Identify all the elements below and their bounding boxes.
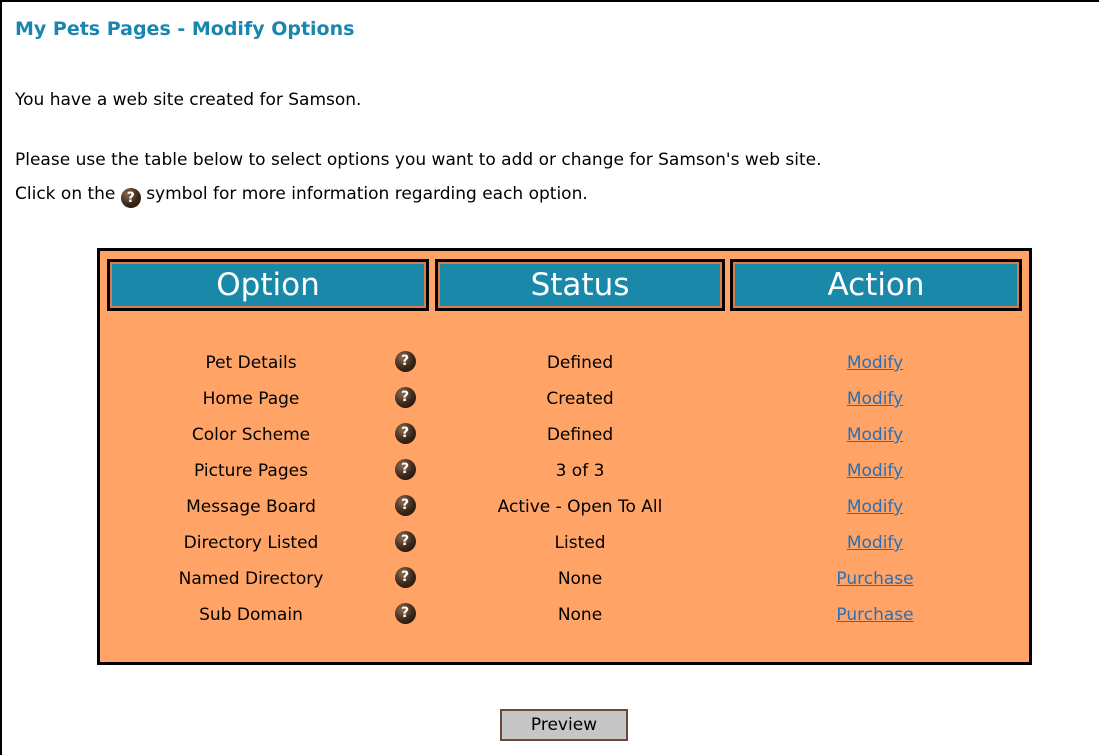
modify-link[interactable]: Modify xyxy=(847,533,903,553)
option-name: Color Scheme xyxy=(191,425,311,445)
table-row: Directory Listed ? Listed Modify xyxy=(100,528,1029,558)
help-icon[interactable]: ? xyxy=(394,423,416,444)
table-row: Picture Pages ? 3 of 3 Modify xyxy=(100,456,1029,486)
option-status: Created xyxy=(546,389,614,409)
option-name: Message Board xyxy=(186,497,316,517)
help-icon[interactable]: ? xyxy=(394,495,416,516)
help-icon: ? xyxy=(120,188,141,208)
option-name: Directory Listed xyxy=(183,533,319,553)
option-status: None xyxy=(557,569,603,589)
option-name: Pet Details xyxy=(205,353,297,373)
help-icon[interactable]: ? xyxy=(394,567,416,588)
table-row: Pet Details ? Defined Modify xyxy=(100,348,1029,378)
instructions-line-2: Click on the ? symbol for more informati… xyxy=(15,184,588,208)
option-status: Defined xyxy=(546,425,614,445)
table-row: Named Directory ? None Purchase xyxy=(100,564,1029,594)
instructions-suffix: symbol for more information regarding ea… xyxy=(146,184,588,204)
column-header-option: Option xyxy=(107,259,429,311)
option-name: Named Directory xyxy=(178,569,324,589)
table-row: Message Board ? Active - Open To All Mod… xyxy=(100,492,1029,522)
modify-link[interactable]: Modify xyxy=(847,425,903,445)
option-name: Home Page xyxy=(202,389,300,409)
table-row: Home Page ? Created Modify xyxy=(100,384,1029,414)
option-name: Sub Domain xyxy=(199,605,303,625)
modify-link[interactable]: Modify xyxy=(847,353,903,373)
column-header-action: Action xyxy=(730,259,1022,311)
help-icon[interactable]: ? xyxy=(394,459,416,480)
modify-link[interactable]: Modify xyxy=(847,389,903,409)
modify-link[interactable]: Modify xyxy=(847,461,903,481)
option-name: Picture Pages xyxy=(194,461,308,481)
option-status: 3 of 3 xyxy=(555,461,605,481)
preview-button[interactable]: Preview xyxy=(500,709,628,741)
instructions-prefix: Click on the xyxy=(15,184,116,204)
help-icon[interactable]: ? xyxy=(394,387,416,408)
help-icon[interactable]: ? xyxy=(394,351,416,372)
table-row: Sub Domain ? None Purchase xyxy=(100,600,1029,630)
help-icon[interactable]: ? xyxy=(394,603,416,624)
help-icon[interactable]: ? xyxy=(394,531,416,552)
instructions-line-1: Please use the table below to select opt… xyxy=(15,150,822,170)
page-title: My Pets Pages - Modify Options xyxy=(15,18,355,40)
intro-text: You have a web site created for Samson. xyxy=(15,90,362,110)
option-status: Active - Open To All xyxy=(497,497,663,517)
options-table: Option Status Action Pet Details ? Defin… xyxy=(97,248,1032,665)
table-row: Color Scheme ? Defined Modify xyxy=(100,420,1029,450)
option-status: Listed xyxy=(554,533,606,553)
purchase-link[interactable]: Purchase xyxy=(836,605,913,625)
option-status: None xyxy=(557,605,603,625)
modify-link[interactable]: Modify xyxy=(847,497,903,517)
option-status: Defined xyxy=(546,353,614,373)
column-header-status: Status xyxy=(435,259,725,311)
purchase-link[interactable]: Purchase xyxy=(836,569,913,589)
